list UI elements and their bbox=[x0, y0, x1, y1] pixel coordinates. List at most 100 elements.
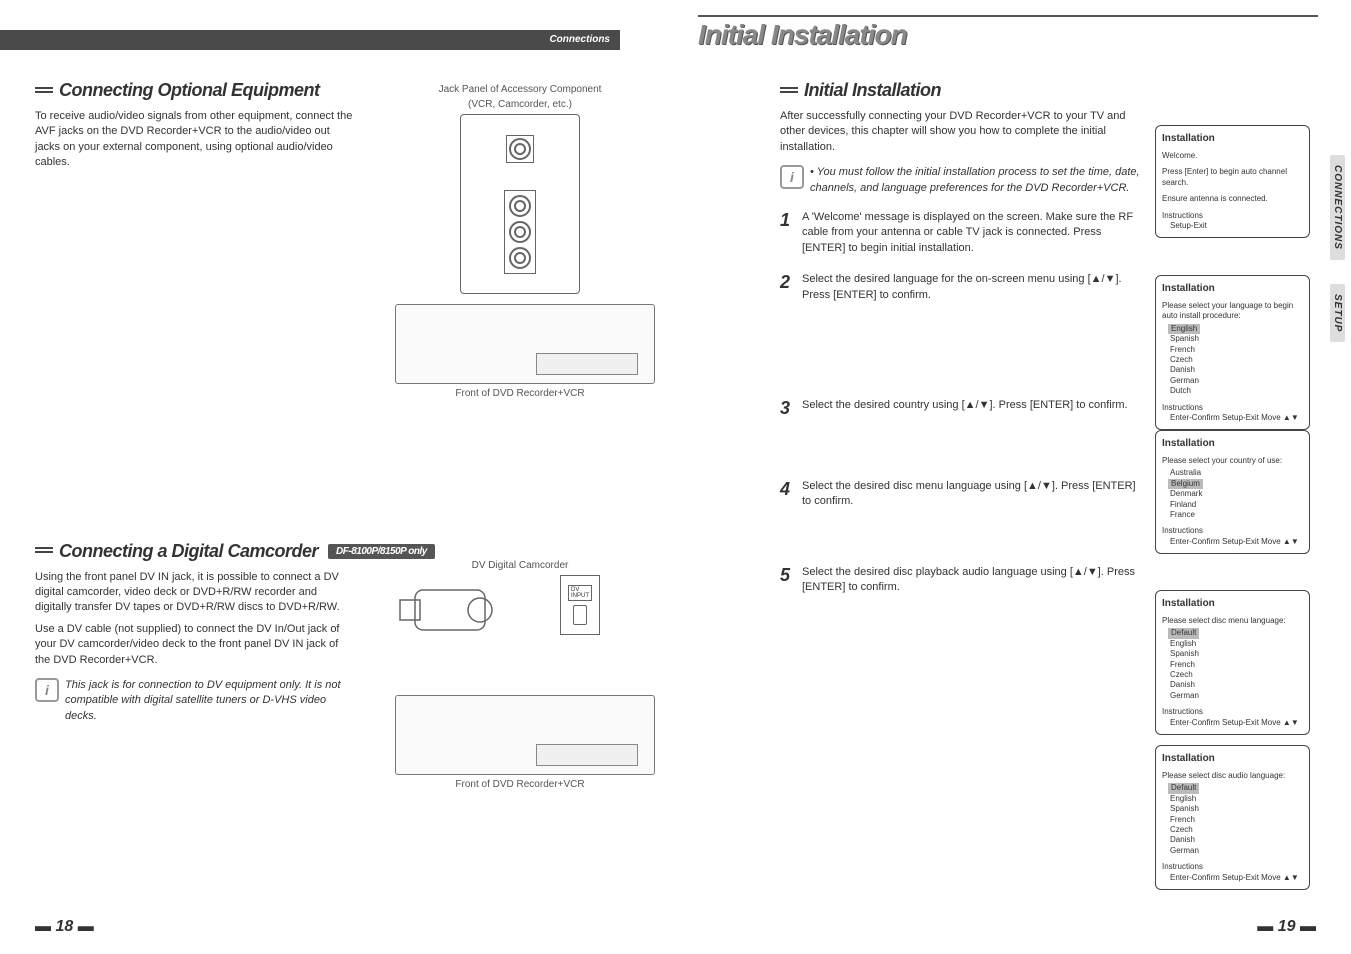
osd-option: Czech bbox=[1168, 355, 1303, 365]
section2-body2: Use a DV cable (not supplied) to connect… bbox=[35, 622, 355, 668]
osd-line: Press [Enter] to begin auto channel sear… bbox=[1162, 167, 1303, 188]
left-page: Connecting Optional Equipment To receive… bbox=[35, 80, 635, 784]
osd-option: Belgium bbox=[1168, 479, 1203, 489]
step-num-1: 1 bbox=[780, 210, 802, 256]
section2-body1: Using the front panel DV IN jack, it is … bbox=[35, 570, 355, 616]
step-5: 5Select the desired disc playback audio … bbox=[780, 565, 1150, 596]
osd-foot2: Enter-Confirm Setup-Exit Move ▲▼ bbox=[1162, 537, 1303, 547]
osd-pre: Welcome. bbox=[1162, 151, 1303, 161]
section2-note: This jack is for connection to DV equipm… bbox=[65, 678, 355, 724]
osd-foot: Instructions bbox=[1162, 707, 1303, 717]
osd-box-2: Installation Please select your language … bbox=[1155, 275, 1310, 430]
osd-option: German bbox=[1168, 691, 1303, 701]
step-num-3: 3 bbox=[780, 398, 802, 419]
step-num-4: 4 bbox=[780, 479, 802, 510]
side-tabs: CONNECTIONS SETUP bbox=[1330, 155, 1345, 342]
osd-box-3: Installation Please select your country o… bbox=[1155, 430, 1310, 554]
osd-title: Installation bbox=[1162, 282, 1303, 295]
top-title-right-text: Initial Installation bbox=[698, 19, 907, 50]
jack-panel-diagram bbox=[460, 114, 580, 294]
osd-pre: Please select disc menu language: bbox=[1162, 616, 1303, 626]
osd-option: German bbox=[1168, 376, 1303, 386]
step-text-3: Select the desired country using [▲/▼]. … bbox=[802, 398, 1150, 419]
info-icon-right: i bbox=[780, 165, 804, 189]
osd-option: Danish bbox=[1168, 835, 1303, 845]
osd-title: Installation bbox=[1162, 752, 1303, 765]
osd-foot: Instructions bbox=[1162, 526, 1303, 536]
osd-option: English bbox=[1168, 794, 1303, 804]
top-title-right: Initial Installation bbox=[698, 15, 1318, 51]
osd-pre: Please select your language to begin aut… bbox=[1162, 301, 1303, 322]
section2-illustration: DV Digital Camcorder DVINPUT Front of DV… bbox=[395, 556, 645, 790]
osd-foot: Instructions bbox=[1162, 211, 1303, 221]
device-front-diagram-2 bbox=[395, 695, 655, 775]
osd-option: Dutch bbox=[1168, 386, 1303, 396]
side-tab-setup: SETUP bbox=[1330, 284, 1345, 342]
jack-caption-sub: (VCR, Camcorder, etc.) bbox=[395, 99, 645, 110]
right-title-text: Initial Installation bbox=[804, 80, 941, 101]
osd-option: Australia bbox=[1168, 468, 1303, 478]
osd-title: Installation bbox=[1162, 597, 1303, 610]
osd-foot2: Setup-Exit bbox=[1162, 221, 1303, 231]
dv-port-diagram: DVINPUT bbox=[560, 575, 600, 635]
osd-foot2: Enter-Confirm Setup-Exit Move ▲▼ bbox=[1162, 413, 1303, 423]
osd-title: Installation bbox=[1162, 437, 1303, 450]
step-1: 1A 'Welcome' message is displayed on the… bbox=[780, 210, 1150, 256]
osd-option: French bbox=[1168, 345, 1303, 355]
osd-foot2: Enter-Confirm Setup-Exit Move ▲▼ bbox=[1162, 873, 1303, 883]
osd-option: English bbox=[1168, 639, 1303, 649]
right-page: Initial Installation After successfully … bbox=[780, 80, 1150, 611]
osd-option: Spanish bbox=[1168, 649, 1303, 659]
osd-options: AustraliaBelgiumDenmarkFinlandFrance bbox=[1162, 468, 1303, 520]
section-optional-equipment: Connecting Optional Equipment To receive… bbox=[35, 80, 635, 171]
osd-line: Ensure antenna is connected. bbox=[1162, 194, 1303, 204]
osd-option: Finland bbox=[1168, 500, 1303, 510]
step-4: 4Select the desired disc menu language u… bbox=[780, 479, 1150, 510]
right-intro: After successfully connecting your DVD R… bbox=[780, 109, 1150, 155]
side-tab-connections: CONNECTIONS bbox=[1330, 155, 1345, 260]
page-number-right: ▬ 19 ▬ bbox=[1257, 918, 1316, 936]
jack-caption-top: Jack Panel of Accessory Component bbox=[395, 84, 645, 95]
osd-title: Installation bbox=[1162, 132, 1303, 145]
right-title: Initial Installation bbox=[780, 80, 1150, 101]
section2-title-text: Connecting a Digital Camcorder bbox=[59, 541, 318, 562]
top-header-left: Connections bbox=[0, 30, 620, 50]
top-header-left-text: Connections bbox=[549, 34, 610, 45]
osd-options: DefaultEnglishSpanishFrenchCzechDanishGe… bbox=[1162, 628, 1303, 701]
step-text-2: Select the desired language for the on-s… bbox=[802, 272, 1150, 303]
osd-box-4: Installation Please select disc menu lang… bbox=[1155, 590, 1310, 735]
osd-option: Czech bbox=[1168, 670, 1303, 680]
dv-caption: DV Digital Camcorder bbox=[395, 560, 645, 571]
device-front-diagram-1 bbox=[395, 304, 655, 384]
osd-option: French bbox=[1168, 660, 1303, 670]
osd-option: Danish bbox=[1168, 365, 1303, 375]
osd-option: Denmark bbox=[1168, 489, 1303, 499]
osd-box-1: Installation Welcome. Press [Enter] to beg… bbox=[1155, 125, 1310, 238]
camcorder-icon bbox=[395, 575, 505, 645]
section1-title-text: Connecting Optional Equipment bbox=[59, 80, 319, 101]
step-num-5: 5 bbox=[780, 565, 802, 596]
osd-foot2: Enter-Confirm Setup-Exit Move ▲▼ bbox=[1162, 718, 1303, 728]
info-icon: i bbox=[35, 678, 59, 702]
step-num-2: 2 bbox=[780, 272, 802, 303]
section-digital-camcorder: Connecting a Digital Camcorder DF-8100P/… bbox=[35, 541, 635, 725]
section1-body: To receive audio/video signals from othe… bbox=[35, 109, 355, 171]
osd-pre: Please select your country of use: bbox=[1162, 456, 1303, 466]
osd-option: France bbox=[1168, 510, 1303, 520]
step-text-1: A 'Welcome' message is displayed on the … bbox=[802, 210, 1150, 256]
osd-option: English bbox=[1168, 324, 1200, 334]
step-3: 3Select the desired country using [▲/▼].… bbox=[780, 398, 1150, 419]
osd-box-5: InstallationPlease select disc audio lan… bbox=[1155, 745, 1310, 890]
step-text-5: Select the desired disc playback audio l… bbox=[802, 565, 1150, 596]
page-number-left: ▬ 18 ▬ bbox=[35, 918, 94, 936]
osd-option: French bbox=[1168, 815, 1303, 825]
steps-container: 1A 'Welcome' message is displayed on the… bbox=[780, 210, 1150, 596]
step-text-4: Select the desired disc menu language us… bbox=[802, 479, 1150, 510]
osd-option: Danish bbox=[1168, 680, 1303, 690]
front-caption-2: Front of DVD Recorder+VCR bbox=[395, 779, 645, 790]
osd-option: Spanish bbox=[1168, 334, 1303, 344]
osd-option: German bbox=[1168, 846, 1303, 856]
osd-option: Spanish bbox=[1168, 804, 1303, 814]
section1-illustration: Jack Panel of Accessory Component (VCR, … bbox=[395, 80, 645, 399]
right-bullet-row: i • You must follow the initial installa… bbox=[780, 165, 1150, 196]
